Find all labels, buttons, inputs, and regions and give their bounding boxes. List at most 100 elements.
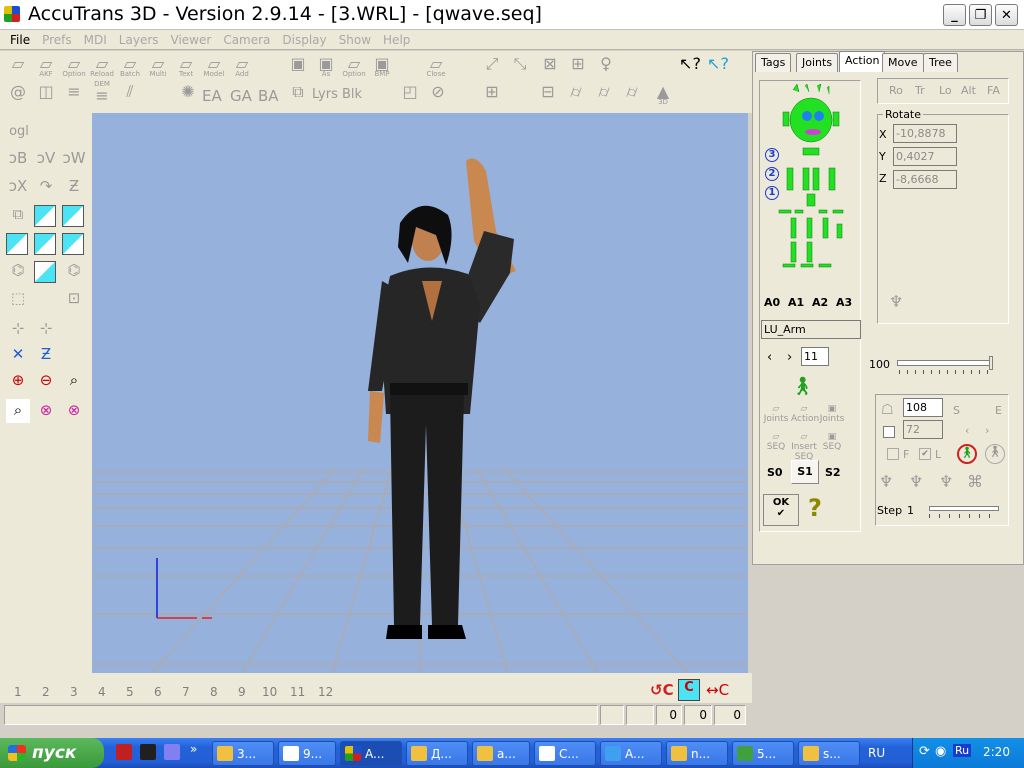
frame-2[interactable]: 2 [42, 685, 50, 699]
rotate-b-icon[interactable]: ↄB [6, 147, 30, 171]
menu-file[interactable]: File [4, 33, 36, 47]
frame-7[interactable]: 7 [182, 685, 190, 699]
at-icon[interactable]: @ [6, 83, 30, 105]
insert-seq-button[interactable]: ▱ Insert SEQ [791, 432, 817, 462]
task-9[interactable]: 5... [732, 741, 794, 766]
rotate-z-field[interactable]: -8,6668 [893, 170, 957, 189]
save-bmp-button[interactable]: ▣ BMP [370, 55, 394, 78]
menu-show[interactable]: Show [333, 33, 377, 47]
cube-top-icon[interactable] [34, 205, 56, 227]
ga-button[interactable]: GA [230, 87, 252, 105]
perspective-icon[interactable]: ⌬ [6, 259, 30, 283]
3d-terrain-button[interactable]: ▲ 3D [648, 83, 678, 106]
camera-move-icon[interactable]: ↔C [706, 681, 732, 703]
arrange-icon[interactable]: ◫ [34, 83, 58, 105]
mode-fa-button[interactable]: FA [987, 84, 1000, 97]
joint-index-field[interactable]: 11 [801, 347, 829, 366]
l-checkbox[interactable]: ✔ [919, 448, 931, 460]
figure-icon[interactable]: ♀ [594, 55, 618, 77]
select-icon[interactable]: ⬚ [6, 287, 30, 311]
load-action-button[interactable]: ▱ Action [791, 404, 819, 430]
layers-icon[interactable]: ⧉ [286, 83, 310, 105]
ea-button[interactable]: EA [202, 87, 222, 105]
cylinder3-icon[interactable]: ⌭ [620, 83, 644, 105]
language-indicator[interactable]: RU [868, 746, 885, 760]
anim-a3-button[interactable]: A3 [836, 296, 852, 309]
character-model[interactable] [362, 151, 522, 646]
end-checkbox[interactable] [883, 426, 895, 438]
rotate-z-icon[interactable]: Ƶ [62, 175, 86, 199]
anim-a0-button[interactable]: A0 [764, 296, 780, 309]
frame-next-button[interactable]: › [985, 424, 989, 437]
zoom-fit-icon[interactable]: ⊗ [34, 399, 58, 423]
frame-3[interactable]: 3 [70, 685, 78, 699]
task-4[interactable]: Д... [406, 741, 468, 766]
frame-12[interactable]: 12 [318, 685, 333, 699]
joint-tool-3-icon[interactable]: ♆ [939, 472, 953, 491]
lyrs-button[interactable]: Lyrs [312, 87, 338, 102]
seq-s2-button[interactable]: S2 [825, 466, 841, 479]
scale-slider[interactable] [897, 360, 993, 366]
lines-icon[interactable]: ≡ [62, 83, 86, 105]
rotate-x-field[interactable]: -10,8878 [893, 124, 957, 143]
joint-tool-4-icon[interactable]: ⌘ [967, 472, 983, 491]
view-icon[interactable]: ⧉ [6, 203, 30, 227]
joint-tool-2-icon[interactable]: ♆ [909, 472, 923, 491]
text-button[interactable]: ▱ Text [174, 55, 198, 78]
menu-camera[interactable]: Camera [217, 33, 276, 47]
walk-icon[interactable]: 🚶︎ [985, 444, 1005, 464]
close-file-button[interactable]: ▱ Close [424, 55, 448, 78]
transform-icon[interactable]: ⤢ [480, 55, 504, 77]
save-seq-button[interactable]: ▣ SEQ [819, 432, 845, 458]
task-3[interactable]: A... [340, 741, 402, 766]
menu-prefs[interactable]: Prefs [36, 33, 78, 47]
anim-a2-button[interactable]: A2 [812, 296, 828, 309]
move-icon[interactable]: ⊹ [6, 317, 30, 341]
model-button[interactable]: ▱ Model [202, 55, 226, 78]
help-button[interactable]: ? [801, 494, 829, 524]
zoom-in-icon[interactable]: ⊕ [6, 369, 30, 393]
cube-front-icon[interactable] [6, 233, 28, 255]
tab-tree[interactable]: Tree [923, 53, 958, 72]
batch-button[interactable]: ▱ Batch [118, 55, 142, 78]
cube-right-icon[interactable] [62, 233, 84, 255]
task-1[interactable]: 3... [212, 741, 274, 766]
rotate-w-icon[interactable]: ↄW [62, 147, 86, 171]
tab-tags[interactable]: Tags [755, 53, 792, 72]
x-axis-icon[interactable]: ✕ [6, 343, 30, 367]
no-icon[interactable]: ⊘ [426, 83, 450, 105]
cube-left-icon[interactable] [34, 233, 56, 255]
step-slider[interactable] [929, 506, 999, 511]
level-1-button[interactable]: 1 [765, 186, 779, 200]
menu-help[interactable]: Help [377, 33, 416, 47]
move2-icon[interactable]: ⊹ [34, 317, 58, 341]
tray-icon[interactable]: ⟳ [919, 744, 930, 759]
hatch-icon[interactable]: ⫽ [118, 83, 142, 105]
rotate-v-icon[interactable]: ↄV [34, 147, 58, 171]
menu-layers[interactable]: Layers [113, 33, 165, 47]
cylinder-icon[interactable]: ⌭ [564, 83, 588, 105]
frame-start-field[interactable]: 108 [903, 398, 943, 417]
rotate-y-icon[interactable]: ↷ [34, 175, 58, 199]
frame-prev-button[interactable]: ‹ [965, 424, 969, 437]
grid-icon[interactable]: ⊞ [480, 83, 504, 105]
open-akf-button[interactable]: ▱ AKF [34, 55, 58, 78]
task-5[interactable]: a... [472, 741, 530, 766]
tray-language[interactable]: Ru [953, 744, 972, 757]
save-as-button[interactable]: ▣ As [314, 55, 338, 78]
task-8[interactable]: n... [666, 741, 728, 766]
walk-figure-icon[interactable]: 🚶︎ [791, 376, 815, 400]
save-joints-button[interactable]: ▣ Joints [819, 404, 845, 430]
level-2-button[interactable]: 2 [765, 167, 779, 181]
save-icon[interactable]: ▣ [286, 55, 310, 77]
load-joints-button[interactable]: ▱ Joints [763, 404, 789, 430]
joint-next-button[interactable]: › [787, 350, 792, 365]
task-2[interactable]: 9... [278, 741, 336, 766]
light-icon[interactable]: ✺ [176, 83, 200, 105]
frame-10[interactable]: 10 [262, 685, 277, 699]
frame-4[interactable]: 4 [98, 685, 106, 699]
rotate-y-field[interactable]: 0,4027 [893, 147, 957, 166]
frame-5[interactable]: 5 [126, 685, 134, 699]
more-quicklaunch-icon[interactable]: » [190, 742, 197, 756]
z-axis-icon[interactable]: Ƶ [34, 343, 58, 367]
